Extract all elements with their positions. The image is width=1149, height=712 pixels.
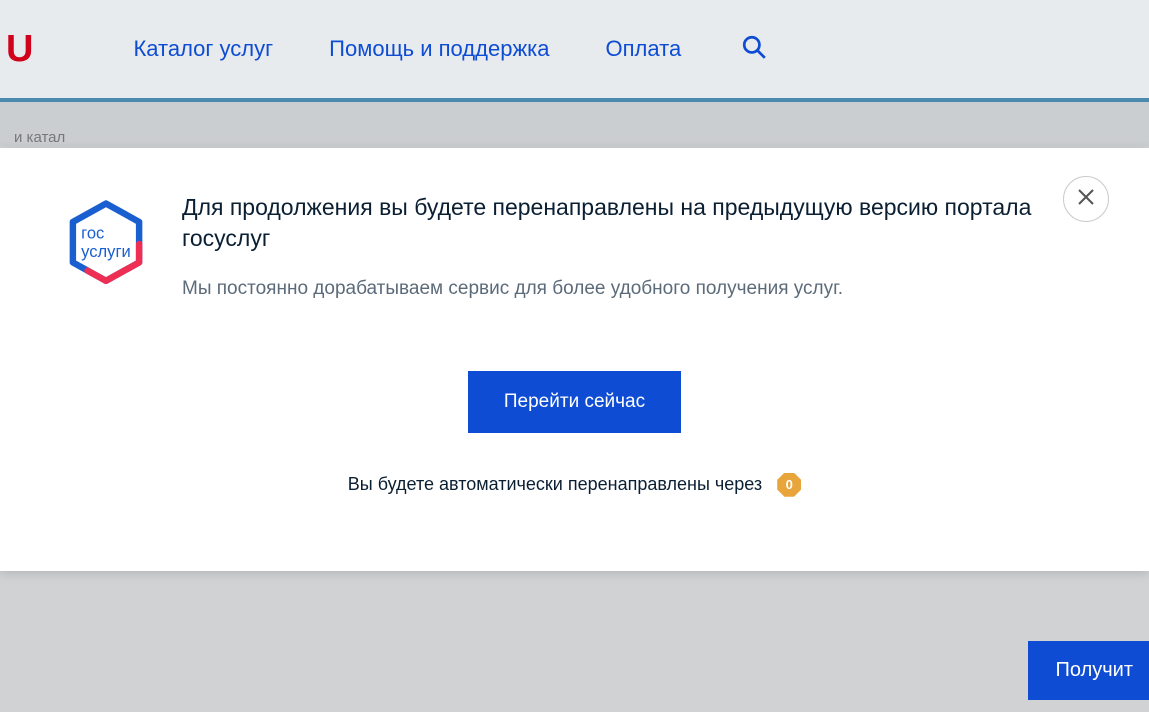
- countdown-row: Вы будете автоматически перенаправлены ч…: [60, 473, 1089, 497]
- close-icon: [1077, 186, 1095, 212]
- gosuslugi-logo: гос услуги: [60, 198, 152, 295]
- modal-actions: Перейти сейчас: [60, 371, 1089, 433]
- nav-help[interactable]: Помощь и поддержка: [329, 36, 549, 62]
- logo-fragment: U: [6, 28, 33, 71]
- header: U Каталог услуг Помощь и поддержка Оплат…: [0, 0, 1149, 102]
- nav-catalog[interactable]: Каталог услуг: [133, 36, 273, 62]
- breadcrumb-bar: и катал: [0, 102, 1149, 146]
- modal-subtitle: Мы постоянно дорабатываем сервис для бол…: [182, 276, 1089, 303]
- get-button[interactable]: Получит: [1028, 641, 1149, 700]
- search-icon[interactable]: [741, 34, 767, 65]
- logo-text-top: гос: [81, 223, 104, 242]
- close-button[interactable]: [1063, 176, 1109, 222]
- go-now-button[interactable]: Перейти сейчас: [468, 371, 681, 433]
- redirect-modal: гос услуги Для продолжения вы будете пер…: [0, 148, 1149, 571]
- logo-text-bottom: услуги: [81, 242, 131, 261]
- countdown-badge: 0: [777, 473, 801, 497]
- breadcrumb: и катал: [14, 129, 65, 146]
- countdown-text: Вы будете автоматически перенаправлены ч…: [348, 473, 762, 493]
- nav-payment[interactable]: Оплата: [606, 36, 682, 62]
- modal-body: гос услуги Для продолжения вы будете пер…: [60, 192, 1089, 303]
- modal-title: Для продолжения вы будете перенаправлены…: [182, 192, 1089, 254]
- modal-text: Для продолжения вы будете перенаправлены…: [182, 192, 1089, 303]
